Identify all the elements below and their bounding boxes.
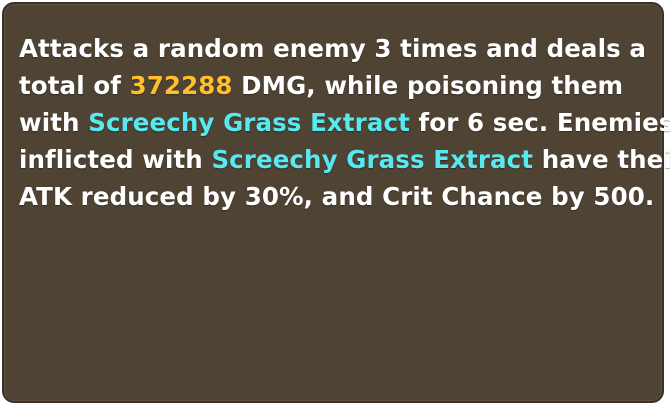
description-text: Attacks a random enemy 3 times and deals… (19, 34, 647, 63)
description-line-4: inflicted with Screechy Grass Extract ha… (19, 141, 670, 178)
skill-description: Attacks a random enemy 3 times and deals… (19, 30, 670, 215)
description-line-1: Attacks a random enemy 3 times and deals… (19, 30, 659, 67)
description-text: have their (533, 145, 670, 174)
description-text: total of (19, 71, 130, 100)
description-text: with (19, 108, 89, 137)
effect-name-keyword: Screechy Grass Extract (88, 108, 410, 137)
description-text: inflicted with (19, 145, 212, 174)
description-text: ATK reduced by 30%, and Crit Chance by 5… (19, 182, 655, 211)
description-line-3: with Screechy Grass Extract for 6 sec. E… (19, 104, 670, 141)
description-line-2: total of 372288 DMG, while poisoning the… (19, 67, 659, 104)
skill-tooltip-panel: Attacks a random enemy 3 times and deals… (2, 2, 670, 403)
description-text: for 6 sec. Enemies (409, 108, 670, 137)
description-line-5: ATK reduced by 30%, and Crit Chance by 5… (19, 178, 659, 215)
description-text: DMG, while poisoning them (232, 71, 624, 100)
damage-value: 372288 (129, 71, 233, 100)
effect-name-keyword: Screechy Grass Extract (211, 145, 534, 174)
